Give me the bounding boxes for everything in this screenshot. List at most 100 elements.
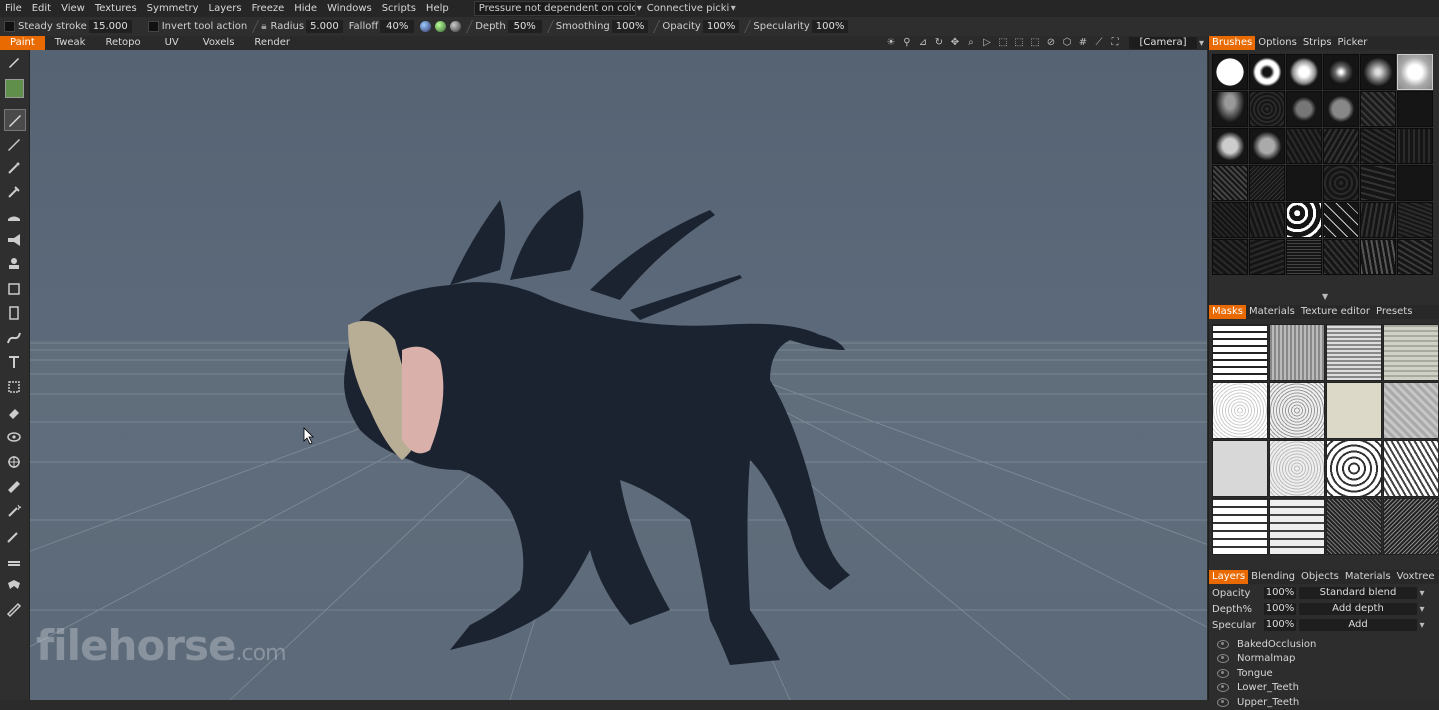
tab-tweak[interactable]: Tweak [45,36,96,50]
mask-thumb[interactable] [1212,498,1268,555]
no-entry-icon[interactable]: ⊘ [1045,37,1057,49]
tab-strips[interactable]: Strips [1300,36,1335,50]
tool-symmetry-icon[interactable] [4,575,24,595]
grid-icon[interactable]: # [1077,37,1089,49]
mask-thumb[interactable] [1212,324,1268,381]
brush-thumb[interactable] [1323,202,1359,238]
mask-thumb[interactable] [1269,382,1325,439]
menu-layers[interactable]: Layers [204,0,247,17]
pressure-mode-dropdown[interactable]: Pressure not dependent on colo [473,1,636,16]
specular-mode-dropdown[interactable]: Add [1299,619,1417,631]
brush-sphere-icon[interactable] [420,21,432,32]
scroll-down-icon[interactable]: ▼ [1322,292,1328,301]
brush-thumb[interactable] [1397,239,1433,275]
brush-thumb[interactable] [1212,91,1248,127]
cube-icon[interactable]: ⬡ [1061,37,1073,49]
play-icon[interactable]: ▷ [981,37,993,49]
brush-thumb[interactable] [1360,91,1396,127]
eye-icon[interactable] [1217,639,1229,649]
opacity-value[interactable]: 100% [702,20,740,33]
light-direction-icon[interactable]: ⚲ [901,37,913,49]
layer-item[interactable]: Lower_Teeth [1209,681,1439,696]
tool-pencil-icon[interactable] [4,134,24,154]
mask-thumb[interactable] [1269,324,1325,381]
mask-thumb[interactable] [1212,382,1268,439]
layer-item[interactable]: Tongue [1209,666,1439,681]
brush-thumb[interactable] [1212,128,1248,164]
tool-mask-icon[interactable] [4,279,24,299]
pan-icon[interactable]: ✥ [949,37,961,49]
eye-icon[interactable] [1217,654,1229,664]
material-sphere-icon[interactable] [435,21,447,32]
tool-doc-icon[interactable] [4,303,24,323]
tool-fill-icon[interactable] [4,182,24,202]
brush-thumb[interactable] [1323,165,1359,201]
brush-thumb[interactable] [1286,239,1322,275]
invert-tool-option[interactable]: Invert tool action [147,21,247,32]
tool-stamp-icon[interactable] [4,254,24,274]
tool-wand-icon[interactable] [4,501,24,521]
light-icon[interactable]: ☀ [885,37,897,49]
opacity-option[interactable]: Opacity 100% [662,20,740,33]
tool-smudge-icon[interactable] [4,206,24,226]
steady-stroke-option[interactable]: Steady stroke 15.000 [4,20,132,33]
tab-render[interactable]: Render [244,36,300,50]
tab-voxels[interactable]: Voxels [193,36,245,50]
tool-eraser-icon[interactable] [4,402,24,422]
eye-icon[interactable] [1217,697,1229,707]
mask-thumb[interactable] [1383,324,1438,381]
menu-help[interactable]: Help [421,0,454,17]
3d-viewport[interactable]: filehorse.com [30,50,1207,700]
mask-thumb[interactable] [1269,498,1325,555]
mask-thumb[interactable] [1326,498,1382,555]
tab-retopo[interactable]: Retopo [95,36,150,50]
layer-item[interactable]: Normalmap [1209,652,1439,667]
smoothing-value[interactable]: 100% [611,20,649,33]
fit-icon[interactable]: ⬚ [1013,37,1025,49]
tool-freeze-icon[interactable] [4,452,24,472]
menu-textures[interactable]: Textures [90,0,142,17]
specular-sphere-icon[interactable] [450,21,462,32]
layer-opacity-value[interactable]: 100% [1264,587,1296,599]
camera-dropdown[interactable]: [Camera] [1128,37,1197,49]
brush-thumb[interactable] [1397,54,1433,90]
rotate-icon[interactable]: ↻ [933,37,945,49]
brush-thumb[interactable] [1397,202,1433,238]
brush-thumb[interactable] [1397,165,1433,201]
brush-thumb[interactable] [1323,91,1359,127]
brush-thumb[interactable] [1360,239,1396,275]
brush-thumb[interactable] [1249,128,1285,164]
smoothing-option[interactable]: Smoothing 100% [556,20,649,33]
brush-thumb[interactable] [1286,91,1322,127]
specularity-value[interactable]: 100% [811,20,849,33]
axis-icon[interactable]: ⊿ [917,37,929,49]
eye-icon[interactable] [1217,668,1229,678]
tab-masks[interactable]: Masks [1209,305,1246,319]
brush-thumb[interactable] [1212,165,1248,201]
brush-thumb[interactable] [1360,128,1396,164]
radius-option[interactable]: Radius 5.000 [271,20,343,33]
brush-thumb[interactable] [1323,128,1359,164]
menu-scripts[interactable]: Scripts [377,0,421,17]
brush-thumb[interactable] [1286,202,1322,238]
connective-picking-dropdown[interactable]: Connective picki [643,2,731,15]
tool-brush-icon[interactable] [4,52,24,72]
layer-specular-value[interactable]: 100% [1264,619,1296,631]
falloff-option[interactable]: Falloff 40% [349,20,415,33]
menu-view[interactable]: View [56,0,90,17]
tool-eye-icon[interactable] [4,427,24,447]
brush-thumb[interactable] [1323,239,1359,275]
tab-materials[interactable]: Materials [1246,305,1298,319]
ortho-icon[interactable]: ⬚ [1029,37,1041,49]
color-swatch[interactable] [4,78,24,98]
brush-thumb[interactable] [1249,202,1285,238]
depth-option[interactable]: Depth 50% [475,20,542,33]
brush-thumb[interactable] [1286,128,1322,164]
menu-edit[interactable]: Edit [27,0,56,17]
steady-stroke-value[interactable]: 15.000 [88,20,132,33]
tab-blending[interactable]: Blending [1248,570,1298,584]
brush-thumb[interactable] [1212,239,1248,275]
brush-thumb[interactable] [1286,165,1322,201]
brush-thumb[interactable] [1397,91,1433,127]
brush-thumb[interactable] [1397,128,1433,164]
